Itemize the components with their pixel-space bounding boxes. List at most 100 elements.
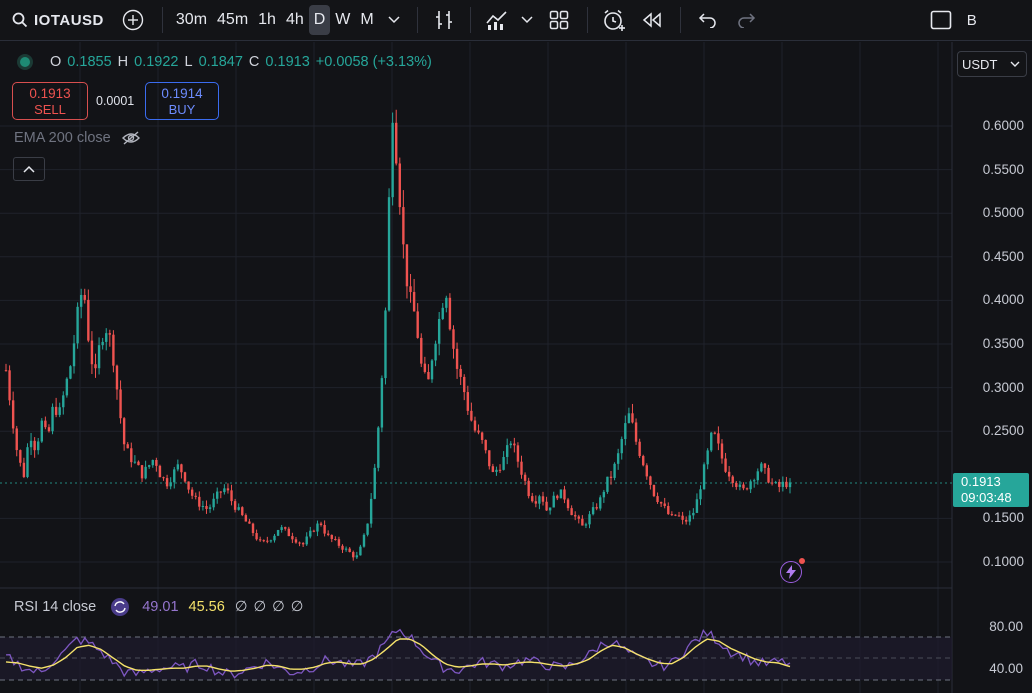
candle-body	[187, 481, 190, 490]
candle-body	[445, 297, 448, 308]
candle-body	[144, 466, 147, 479]
chart-type-button[interactable]	[426, 5, 462, 35]
candle-body	[255, 533, 258, 540]
candle-body	[266, 540, 269, 542]
candle-body	[22, 462, 26, 477]
ema-indicator-legend[interactable]: EMA 200 close	[14, 130, 141, 146]
bolt-glyph-icon	[786, 565, 796, 579]
candle-body	[688, 515, 691, 522]
sync-icon[interactable]	[110, 597, 130, 617]
timeframe-4h[interactable]: 4h	[281, 5, 309, 35]
candle-body	[778, 481, 781, 487]
timeframe-30m[interactable]: 30m	[171, 5, 212, 35]
candle-body	[638, 441, 641, 457]
candle-body	[176, 464, 180, 470]
candle-body	[695, 499, 699, 513]
candle-body	[409, 286, 412, 293]
indicators-button[interactable]	[479, 5, 515, 35]
candle-body	[140, 465, 144, 479]
fullscreen-button[interactable]	[921, 5, 961, 35]
candle-body	[412, 292, 416, 312]
candle-body	[359, 546, 362, 556]
timeframe-45m[interactable]: 45m	[212, 5, 253, 35]
redo-button[interactable]	[725, 5, 769, 35]
high-value: 0.1922	[134, 54, 179, 70]
candle-body	[473, 420, 477, 431]
candle-body	[69, 366, 72, 379]
replay-button[interactable]	[632, 5, 672, 35]
candle-body	[47, 427, 51, 432]
candle-body	[577, 516, 580, 519]
undo-button[interactable]	[689, 5, 725, 35]
candle-body	[194, 495, 197, 497]
timeframe-m[interactable]: M	[355, 5, 378, 35]
price-tick-label: 0.1000	[982, 554, 1024, 569]
candle-body	[62, 395, 65, 408]
symbol-search[interactable]: IOTAUSD	[0, 5, 104, 35]
candle-body	[531, 496, 534, 502]
collapse-legend-button[interactable]	[13, 157, 45, 181]
candle-body	[556, 495, 559, 499]
candle-body	[316, 523, 319, 532]
candle-body	[441, 307, 444, 319]
alert-button[interactable]	[596, 5, 632, 35]
candle-body	[566, 499, 570, 509]
divider	[469, 7, 471, 33]
candle-body	[79, 294, 83, 307]
candle-body	[291, 536, 294, 540]
candle-body	[470, 410, 473, 421]
candle-body	[362, 534, 366, 547]
candle-body	[724, 458, 727, 472]
rsi-tick-80: 80.00	[989, 619, 1023, 634]
candle-body	[341, 545, 344, 550]
rsi-legend[interactable]: RSI 14 close 49.01 45.56 ∅ ∅ ∅ ∅	[14, 597, 304, 617]
candle-body	[369, 498, 373, 524]
currency-select[interactable]: USDT	[957, 51, 1027, 77]
market-status-dot	[20, 57, 30, 67]
candle-body	[201, 505, 205, 507]
chevron-down-icon	[521, 16, 533, 24]
candle-body	[606, 476, 609, 492]
candle-body	[588, 514, 591, 525]
timeframe-dropdown[interactable]	[379, 5, 409, 35]
sell-button[interactable]: 0.1913 SELL	[12, 82, 88, 120]
candle-body	[677, 515, 681, 517]
price-series	[4, 109, 792, 561]
price-chart[interactable]	[0, 42, 1032, 693]
candle-body	[684, 519, 688, 522]
candle-body	[4, 370, 8, 372]
candle-body	[756, 471, 759, 481]
candle-body	[624, 423, 627, 440]
timeframe-1h[interactable]: 1h	[253, 5, 281, 35]
divider	[416, 7, 418, 33]
timeframe-d[interactable]: D	[308, 5, 331, 35]
candle-body	[65, 378, 69, 396]
candle-body	[613, 463, 616, 478]
toolbar-right-label[interactable]: B	[967, 5, 977, 35]
indicators-dropdown[interactable]	[515, 5, 539, 35]
candle-body	[631, 413, 634, 423]
candle-body	[788, 482, 792, 488]
candle-body	[480, 432, 484, 440]
candle-body	[591, 507, 595, 515]
candle-body	[373, 467, 376, 499]
lightning-icon[interactable]	[780, 558, 805, 583]
candle-body	[405, 244, 409, 287]
chevron-down-icon	[1010, 61, 1020, 67]
candle-body	[599, 497, 602, 509]
add-symbol-button[interactable]	[118, 5, 148, 35]
price-tick-label: 0.5500	[982, 161, 1024, 177]
timeframe-w[interactable]: W	[330, 5, 355, 35]
candle-body	[158, 465, 162, 478]
buy-button[interactable]: 0.1914 BUY	[145, 82, 219, 120]
undo-icon	[698, 13, 716, 28]
eye-off-icon[interactable]	[121, 130, 141, 146]
candle-body	[319, 523, 323, 525]
layout-button[interactable]	[539, 5, 579, 35]
candle-body	[720, 443, 724, 459]
candle-body	[40, 420, 43, 442]
rewind-icon	[642, 12, 661, 28]
candle-body	[656, 496, 659, 503]
open-label: O	[50, 54, 62, 70]
bar-chart-icon	[435, 11, 452, 29]
